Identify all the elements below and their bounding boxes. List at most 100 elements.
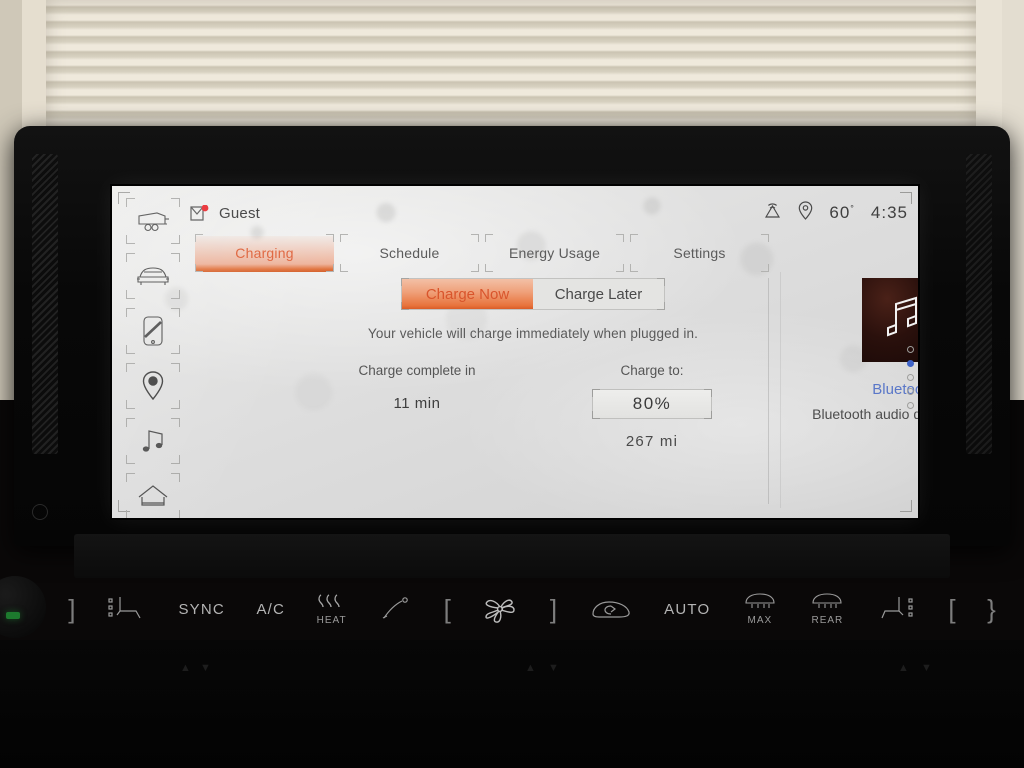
location-pin-icon[interactable] [798,201,813,225]
page-dot-active[interactable] [907,360,914,367]
tab-label: Energy Usage [508,245,601,261]
up-arrow-icon[interactable]: ▲ [180,662,191,674]
vehicle-icon [135,264,171,288]
media-status-text: Bluetooth audio disconnected [812,406,918,422]
console-status-led [6,612,20,619]
status-bar: Guest 60° 4:35 [190,196,908,230]
hvac-driver-seat-heat[interactable] [107,594,147,624]
hvac-recirculate-button[interactable] [589,597,633,621]
panel-divider [780,272,781,508]
tab-schedule[interactable]: Schedule [337,234,482,272]
home-icon [137,484,169,508]
vent-grille-right [966,154,992,454]
bracket-right-icon: ] [549,593,558,624]
charge-later-label: Charge Later [554,285,643,303]
bracket-left-icon: [ [948,593,956,624]
charge-complete-group: Charge complete in 11 min [298,363,536,450]
charge-to-value: 80% [632,394,672,413]
page-dot[interactable] [907,346,914,353]
bracket-right-icon: } [987,593,996,624]
sidebar-item-home[interactable] [124,471,182,518]
tab-label: Schedule [379,245,440,261]
screen-corner-bracket [900,500,912,512]
hvac-max-label: MAX [747,615,773,626]
charge-info-row: Charge complete in 11 min Charge to: 80%… [298,363,768,450]
sidebar [124,196,186,518]
sidebar-item-vehicle[interactable] [124,251,182,301]
media-panel[interactable]: Bluetooth Bluetooth audio disconnected [788,278,918,422]
power-button[interactable] [32,504,48,520]
charge-complete-value: 11 min [393,395,441,412]
hvac-sync-label: SYNC [178,600,225,618]
hvac-windshield-defrost[interactable] [378,596,412,622]
clock: 4:35 [870,203,908,222]
tab-label: Charging [235,245,294,261]
profile-name: Guest [219,204,261,222]
charge-now-label: Charge Now [425,285,510,303]
window-blind [46,0,976,128]
tab-bar: Charging Schedule Energy Usage Settings [192,234,772,272]
defrost-icon [809,592,845,614]
estimated-range-value: 267 mi [625,433,679,450]
page-dot[interactable] [907,402,914,409]
sidebar-item-navigation[interactable] [124,361,182,411]
tab-settings[interactable]: Settings [627,234,772,272]
profile-notification-icon [190,204,210,222]
hvac-auto-button[interactable]: AUTO [664,601,710,618]
vent-grille-left [32,154,58,454]
sidebar-item-trailer[interactable] [124,196,182,246]
hvac-sync-button[interactable]: SYNC [178,601,224,618]
page-dot[interactable] [907,388,914,395]
page-dot[interactable] [907,374,914,381]
sidebar-item-phone[interactable] [124,306,182,356]
profile-button[interactable]: Guest [190,204,261,222]
hvac-auto-label: AUTO [664,600,711,618]
charging-panel: Charge Now Charge Later Your vehicle wil… [298,278,768,504]
charge-to-group: Charge to: 80% 267 mi [536,363,768,450]
tab-charging[interactable]: Charging [192,234,337,272]
charge-now-button[interactable]: Charge Now [402,279,533,309]
heat-waves-icon [317,593,347,614]
charge-mode-note: Your vehicle will charge immediately whe… [367,326,699,341]
tab-energy-usage[interactable]: Energy Usage [482,234,627,272]
hvac-ac-button[interactable]: A/C [256,601,285,618]
location-icon [141,370,165,402]
sidebar-item-media[interactable] [124,416,182,466]
up-arrow-icon[interactable]: ▲ [525,662,536,674]
music-icon [140,427,166,455]
charge-to-label: Charge to: [620,363,684,378]
down-arrow-icon[interactable]: ▼ [200,662,211,674]
phone-icon [142,315,164,347]
hvac-fan-button[interactable] [482,593,518,625]
infotainment-screen[interactable]: Guest 60° 4:35 Charging Schedule Energy … [112,186,918,518]
window-frame-left [22,0,48,134]
window-frame-right [972,0,1002,134]
trailer-icon [136,210,170,232]
media-source-title: Bluetooth [872,381,918,398]
up-arrow-icon[interactable]: ▲ [898,662,909,674]
music-notes-icon [882,294,918,347]
hvac-ac-label: A/C [256,600,286,618]
hvac-passenger-seat-heat[interactable] [877,594,917,624]
charge-to-stepper[interactable]: 80% [592,389,712,419]
console-shelf [74,534,950,578]
charge-mode-segmented-control: Charge Now Charge Later [401,278,665,310]
bracket-left-icon: [ [443,593,451,624]
charge-complete-label: Charge complete in [358,363,476,378]
hvac-rear-label: REAR [811,615,844,626]
hvac-max-defrost-button[interactable]: MAX [742,592,778,626]
status-indicators: 60° 4:35 [763,201,908,225]
defrost-icon [742,592,778,614]
hvac-heat-label: HEAT [316,614,347,626]
page-indicator[interactable] [907,346,914,409]
charge-later-button[interactable]: Charge Later [533,279,664,309]
down-arrow-icon[interactable]: ▼ [548,662,559,674]
wifi-hotspot-icon[interactable] [763,202,782,225]
panel-divider [768,278,769,504]
hvac-rear-defrost-button[interactable]: REAR [809,592,845,626]
bracket-right-icon: ] [68,593,76,624]
down-arrow-icon[interactable]: ▼ [921,662,932,674]
hvac-heat-button[interactable]: HEAT [317,593,347,626]
tab-label: Settings [673,245,726,261]
outside-temperature: 60° [829,203,855,222]
